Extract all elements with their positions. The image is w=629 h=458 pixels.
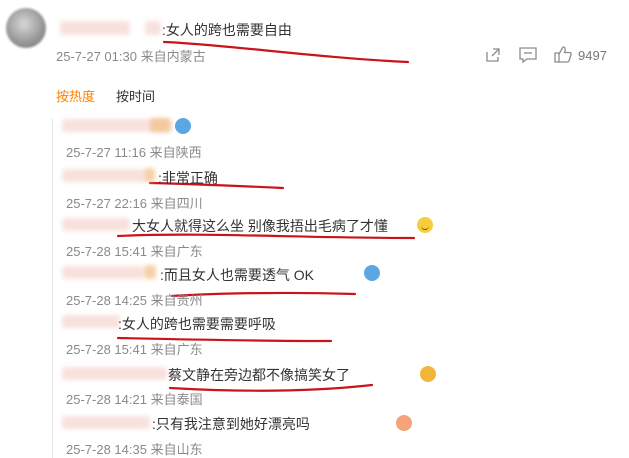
- reply-text: :女人的跨也需要需要呼吸: [118, 316, 276, 332]
- blurred-username[interactable]: [62, 169, 147, 182]
- reply-meta: 25-7-28 14:25 来自贵州: [66, 293, 203, 308]
- hug-emoji-icon: [363, 265, 380, 281]
- reply-meta: 25-7-27 22:16 来自四川: [66, 196, 203, 211]
- reply-text: :而且女人也需要透气 OK: [160, 267, 315, 283]
- reply-thread-divider: [52, 118, 53, 458]
- blurred-username[interactable]: [62, 315, 120, 328]
- reply-text: 蔡文静在旁边都不像搞笑女了: [168, 367, 350, 383]
- blurred-username[interactable]: [62, 416, 150, 429]
- blurred-username[interactable]: [62, 266, 144, 279]
- reply-meta: 25-7-27 11:16 来自陕西: [66, 145, 202, 160]
- reply-meta: 25-7-28 15:41 来自广东: [66, 342, 203, 357]
- blurred-username[interactable]: [62, 218, 130, 231]
- reply-text: :只有我注意到她好漂亮吗: [152, 416, 310, 432]
- hug-emoji-icon: [175, 118, 191, 134]
- blurred-username[interactable]: [62, 367, 167, 380]
- blurred-username-badge: [150, 118, 170, 132]
- tab-hot[interactable]: 按热度: [56, 86, 95, 105]
- reply-text: :非常正确: [158, 170, 218, 186]
- tab-time[interactable]: 按时间: [116, 86, 155, 105]
- reply-text: 大女人就得这么坐 别像我捂出毛病了才懂: [132, 218, 388, 234]
- love-emoji-icon: [395, 415, 412, 431]
- reply-meta: 25-7-28 15:41 来自广东: [66, 244, 203, 259]
- reply-meta: 25-7-28 14:35 来自山东: [66, 442, 203, 457]
- blurred-username-badge: [145, 168, 155, 182]
- reply-meta: 25-7-28 14:21 来自泰国: [66, 392, 203, 407]
- blurred-username-badge: [144, 265, 156, 279]
- underline-post: [162, 40, 410, 64]
